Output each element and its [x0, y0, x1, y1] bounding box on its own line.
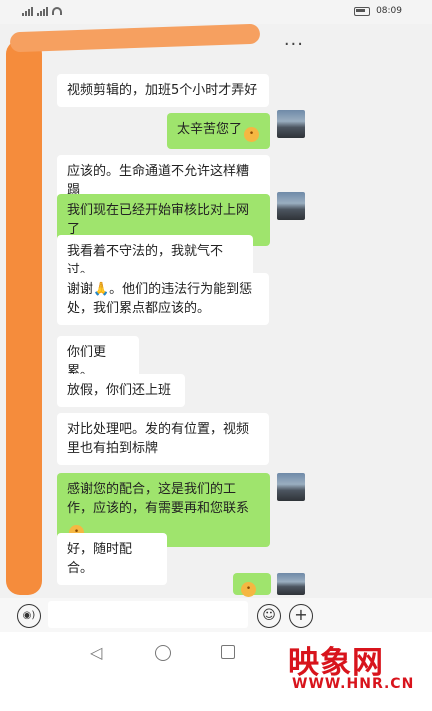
- status-icons-right: 08:09: [354, 6, 402, 16]
- message-bubble-incoming[interactable]: 好，随时配合。: [57, 533, 167, 585]
- status-bar: 08:09: [0, 0, 432, 24]
- thumbs-up-emoji-icon: •: [241, 582, 256, 597]
- message-bubble-incoming[interactable]: 放假，你们还上班: [57, 374, 185, 407]
- message-input[interactable]: [48, 601, 248, 628]
- back-icon[interactable]: ◁: [90, 643, 102, 662]
- message-bubble-outgoing[interactable]: 太辛苦您了 •: [167, 113, 270, 149]
- signal-icon: [22, 6, 33, 16]
- battery-icon: [354, 6, 371, 16]
- message-text: 感谢您的配合，这是我们的工作，应该的，有需要再和您联系: [67, 482, 250, 516]
- plus-icon[interactable]: +: [289, 604, 313, 628]
- recent-apps-icon[interactable]: [221, 645, 235, 659]
- avatar[interactable]: [277, 110, 305, 138]
- message-text: 视频剪辑的，加班5个小时才弄好: [67, 83, 258, 98]
- avatar[interactable]: [277, 192, 305, 220]
- signal-icon: [37, 6, 48, 16]
- more-dots-icon[interactable]: ···: [284, 34, 304, 55]
- message-bubble-incoming[interactable]: 视频剪辑的，加班5个小时才弄好: [57, 74, 269, 107]
- message-bubble-outgoing[interactable]: •: [233, 573, 271, 597]
- message-text: 对比处理吧。发的有位置，视频里也有拍到标牌: [67, 422, 250, 456]
- message-bubble-incoming[interactable]: 谢谢🙏。他们的违法行为能到惩处，我们累点都应该的。: [57, 273, 269, 325]
- avatar[interactable]: [277, 473, 305, 501]
- avatar[interactable]: [277, 573, 305, 595]
- message-text: 太辛苦您了: [177, 122, 243, 137]
- emoji-icon[interactable]: ☺: [257, 604, 281, 628]
- message-text: 好，随时配合。: [67, 542, 133, 576]
- message-text: 应该的。生命通道不允许这样糟蹋: [67, 164, 250, 198]
- message-text: 放假，你们还上班: [67, 383, 172, 398]
- redaction-stroke: [9, 23, 261, 53]
- voice-icon[interactable]: ◉): [17, 604, 41, 628]
- redaction-stroke: [6, 40, 42, 595]
- sweat-emoji-icon: •: [244, 127, 260, 142]
- message-text: 我们现在已经开始审核比对上网了: [67, 203, 250, 237]
- watermark-url: WWW.HNR.CN: [292, 676, 415, 692]
- status-icons-left: [22, 6, 62, 16]
- wifi-icon: [52, 7, 62, 15]
- home-icon[interactable]: [155, 645, 171, 661]
- message-bubble-incoming[interactable]: 对比处理吧。发的有位置，视频里也有拍到标牌: [57, 413, 269, 465]
- message-text: 谢谢🙏。他们的违法行为能到惩处，我们累点都应该的。: [67, 282, 253, 316]
- status-time: 08:09: [376, 6, 402, 16]
